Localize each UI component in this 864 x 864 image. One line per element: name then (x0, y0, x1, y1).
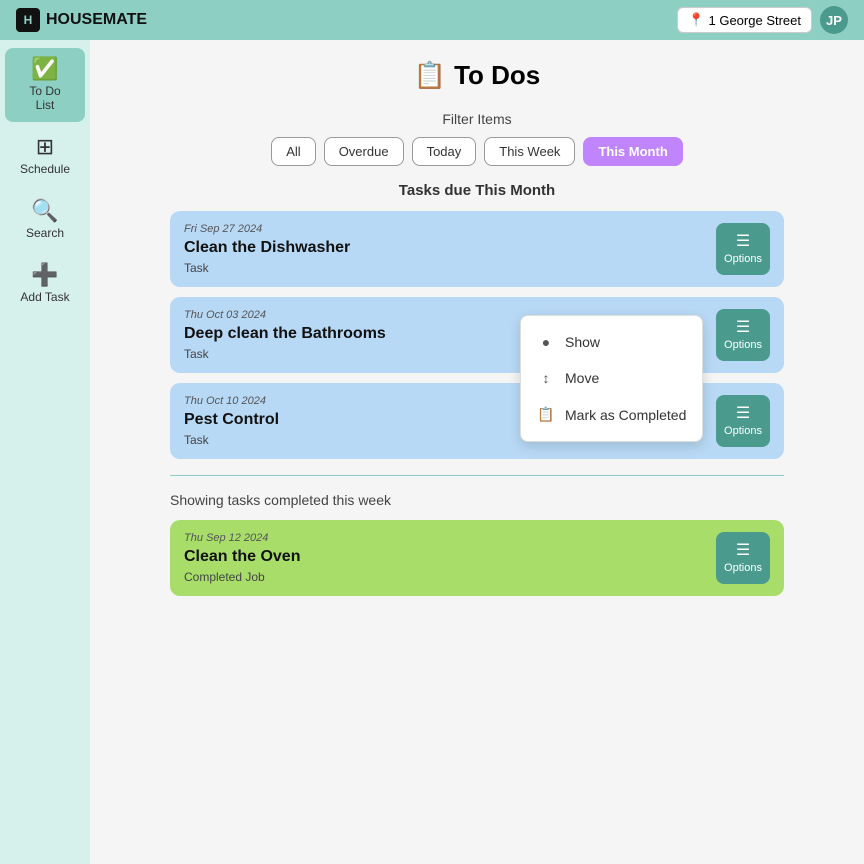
sidebar-item-add-task[interactable]: ➕ Add Task (5, 254, 85, 314)
task-title: Pest Control (184, 411, 279, 429)
move-icon: ↕ (537, 370, 555, 386)
options-button-3[interactable]: ☰ Options (716, 395, 770, 447)
sidebar-item-add-task-label: Add Task (20, 290, 69, 304)
task-type: Task (184, 261, 350, 275)
completed-section-label: Showing tasks completed this week (170, 492, 784, 508)
options-label: Options (724, 339, 762, 351)
task-card-left: Thu Sep 12 2024 Clean the Oven Completed… (184, 532, 300, 584)
dropdown-move-label: Move (565, 370, 599, 386)
logo: H HOUSEMATE (16, 8, 147, 32)
tasks-section-heading: Tasks due This Month (170, 182, 784, 199)
section-divider (170, 475, 784, 476)
page-title-text: To Dos (454, 60, 540, 91)
mark-completed-icon: 📋 (537, 406, 555, 423)
task-card-left: Thu Oct 03 2024 Deep clean the Bathrooms… (184, 309, 386, 361)
dropdown-move[interactable]: ↕ Move (521, 360, 702, 396)
show-icon: ● (537, 334, 555, 350)
address-button[interactable]: 📍 1 George Street (677, 7, 812, 33)
options-label: Options (724, 425, 762, 437)
logo-icon: H (16, 8, 40, 32)
filter-section: Filter Items All Overdue Today This Week… (170, 111, 784, 166)
add-task-icon: ➕ (31, 264, 58, 286)
filter-today[interactable]: Today (412, 137, 477, 166)
filter-overdue[interactable]: Overdue (324, 137, 404, 166)
schedule-icon: ⊞ (36, 136, 54, 158)
header-right: 📍 1 George Street JP (677, 6, 848, 34)
hamburger-icon: ☰ (736, 234, 750, 250)
options-button-completed[interactable]: ☰ Options (716, 532, 770, 584)
options-button-2[interactable]: ☰ Options (716, 309, 770, 361)
options-button-1[interactable]: ☰ Options (716, 223, 770, 275)
todo-icon: ✅ (31, 58, 58, 80)
sidebar-item-search-label: Search (26, 226, 64, 240)
filter-this-week[interactable]: This Week (484, 137, 575, 166)
header: H HOUSEMATE 📍 1 George Street JP (0, 0, 864, 40)
sidebar: ✅ To DoList ⊞ Schedule 🔍 Search ➕ Add Ta… (0, 40, 90, 864)
page-title: 📋 To Dos (170, 60, 784, 91)
filter-buttons: All Overdue Today This Week This Month (170, 137, 784, 166)
task-card: Fri Sep 27 2024 Clean the Dishwasher Tas… (170, 211, 784, 287)
dropdown-show[interactable]: ● Show (521, 324, 702, 360)
task-title: Clean the Dishwasher (184, 239, 350, 257)
task-card-left: Fri Sep 27 2024 Clean the Dishwasher Tas… (184, 223, 350, 275)
address-label: 1 George Street (709, 13, 802, 28)
task-date: Thu Oct 03 2024 (184, 309, 386, 321)
task-card-left: Thu Oct 10 2024 Pest Control Task (184, 395, 279, 447)
options-label: Options (724, 253, 762, 265)
filter-all[interactable]: All (271, 137, 315, 166)
filter-label: Filter Items (170, 111, 784, 127)
completed-task-card: Thu Sep 12 2024 Clean the Oven Completed… (170, 520, 784, 596)
sidebar-item-todo[interactable]: ✅ To DoList (5, 48, 85, 122)
hamburger-icon: ☰ (736, 543, 750, 559)
options-dropdown: ● Show ↕ Move 📋 Mark as Completed (520, 315, 703, 442)
dropdown-mark-completed[interactable]: 📋 Mark as Completed (521, 396, 702, 433)
main-content: 📋 To Dos Filter Items All Overdue Today … (90, 40, 864, 864)
hamburger-icon: ☰ (736, 320, 750, 336)
task-date: Fri Sep 27 2024 (184, 223, 350, 235)
logo-text: HOUSEMATE (46, 11, 147, 29)
sidebar-item-todo-label: To DoList (29, 84, 60, 112)
avatar-button[interactable]: JP (820, 6, 848, 34)
hamburger-icon: ☰ (736, 406, 750, 422)
task-date: Thu Sep 12 2024 (184, 532, 300, 544)
task-title: Deep clean the Bathrooms (184, 325, 386, 343)
sidebar-item-schedule-label: Schedule (20, 162, 70, 176)
page-title-icon: 📋 (414, 60, 446, 91)
task-title: Clean the Oven (184, 548, 300, 566)
filter-this-month[interactable]: This Month (583, 137, 682, 166)
options-label: Options (724, 562, 762, 574)
dropdown-mark-completed-label: Mark as Completed (565, 407, 686, 423)
search-icon: 🔍 (31, 200, 58, 222)
dropdown-show-label: Show (565, 334, 600, 350)
sidebar-item-search[interactable]: 🔍 Search (5, 190, 85, 250)
task-type: Task (184, 433, 279, 447)
sidebar-item-schedule[interactable]: ⊞ Schedule (5, 126, 85, 186)
task-type: Completed Job (184, 570, 300, 584)
location-icon: 📍 (688, 12, 704, 28)
task-type: Task (184, 347, 386, 361)
task-date: Thu Oct 10 2024 (184, 395, 279, 407)
app-body: ✅ To DoList ⊞ Schedule 🔍 Search ➕ Add Ta… (0, 40, 864, 864)
